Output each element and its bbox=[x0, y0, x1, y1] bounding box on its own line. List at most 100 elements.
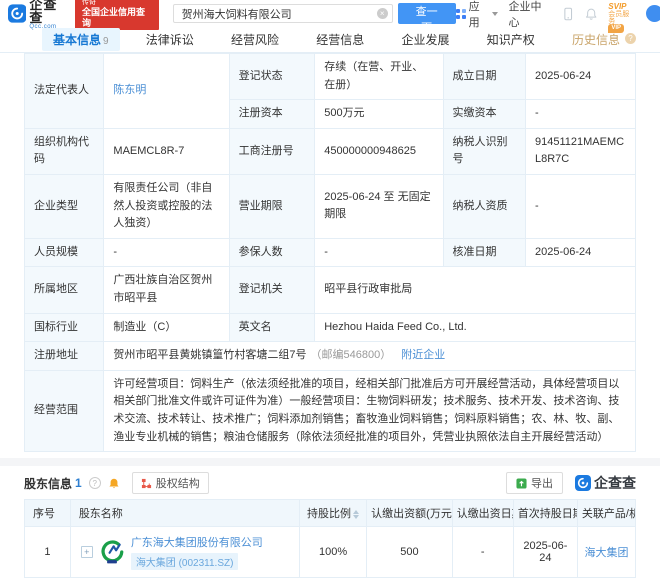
paid-capital-label: 实缴资本 bbox=[442, 99, 526, 129]
table-row: 注册地址 贺州市昭平县黄姚镇篁竹村客塘二组7号 （邮编546800） 附近企业 bbox=[23, 341, 636, 371]
shareholders-title: 股东信息 bbox=[24, 476, 73, 491]
taxpayer-id-label: 纳税人识别号 bbox=[442, 127, 526, 175]
address-label: 注册地址 bbox=[23, 341, 105, 371]
shareholders-alert-bell-icon[interactable] bbox=[108, 477, 120, 490]
export-button[interactable]: 导出 bbox=[506, 472, 563, 495]
region-value: 广西壮族自治区贺州市昭平县 bbox=[103, 266, 230, 314]
company-type-value: 有限责任公司（非自然人投资或控股的法人独资） bbox=[103, 173, 230, 239]
taxpayer-qual-label: 纳税人资质 bbox=[442, 173, 526, 239]
org-chart-icon bbox=[141, 478, 151, 488]
promo-badge: 传奇 全国企业信用查询 bbox=[74, 0, 159, 30]
approval-date-value: 2025-06-24 bbox=[524, 237, 637, 268]
approval-date-label: 核准日期 bbox=[442, 237, 526, 268]
col-shareholder-name: 股东名称 bbox=[69, 499, 300, 528]
reg-status-label: 登记状态 bbox=[228, 52, 316, 101]
legal-rep-link[interactable]: 陈东明 bbox=[113, 84, 146, 96]
tab-business-info[interactable]: 经营信息 bbox=[305, 28, 375, 51]
tab-business-risk[interactable]: 经营风险 bbox=[220, 28, 290, 51]
tab-history-info[interactable]: 历史信息 VIP ? bbox=[561, 24, 638, 51]
shareholders-help-icon[interactable]: ? bbox=[88, 477, 101, 490]
shareholder-first-date: 2025-06-24 bbox=[512, 526, 578, 578]
table-row: 国标行业 制造业（C） 英文名 Hezhou Haida Feed Co., L… bbox=[23, 312, 636, 343]
taxpayer-id-value: 91451121MAEMCL8R7C bbox=[524, 127, 637, 175]
region-label: 所属地区 bbox=[23, 266, 105, 314]
export-label: 导出 bbox=[531, 478, 553, 491]
org-code-label: 组织机构代码 bbox=[23, 127, 105, 175]
qcc-logo-icon bbox=[8, 4, 27, 23]
enterprise-center-link[interactable]: 企业中心 bbox=[509, 0, 551, 30]
col-date: 认缴出资日期 bbox=[451, 499, 514, 528]
apps-grid-icon bbox=[455, 8, 466, 19]
shareholders-table: 序号 股东名称 持股比例 认缴出资额(万元) 认缴出资日期 首次持股日期 关联产… bbox=[24, 499, 637, 578]
shareholders-table-header: 序号 股东名称 持股比例 认缴出资额(万元) 认缴出资日期 首次持股日期 关联产… bbox=[24, 499, 637, 528]
insured-count-value: - bbox=[314, 237, 444, 268]
tab-basic-info-count: 9 bbox=[103, 36, 109, 47]
shareholder-date: - bbox=[451, 526, 514, 578]
table-row: 组织机构代码 MAEMCL8R-7 工商注册号 450000000948625 … bbox=[23, 127, 637, 175]
qcc-watermark-icon bbox=[575, 475, 591, 492]
tab-intellectual-property[interactable]: 知识产权 bbox=[476, 28, 546, 51]
table-row: 经营范围 许可经营项目：饲料生产（依法须经批准的项目，经相关部门批准后方可开展经… bbox=[23, 369, 636, 453]
avatar[interactable] bbox=[645, 5, 660, 22]
clear-search-icon[interactable]: × bbox=[376, 8, 388, 19]
nearby-companies-link[interactable]: 附近企业 bbox=[401, 349, 445, 361]
est-date-value: 2025-06-24 bbox=[524, 52, 637, 101]
reg-authority-label: 登记机关 bbox=[228, 266, 316, 314]
sort-icon[interactable] bbox=[353, 509, 360, 519]
scope-label: 经营范围 bbox=[23, 369, 105, 453]
search-box: × bbox=[172, 4, 393, 23]
industry-label: 国标行业 bbox=[23, 312, 105, 343]
shareholder-no: 1 bbox=[24, 526, 71, 578]
notification-bell-icon[interactable] bbox=[585, 7, 597, 21]
address-text: 贺州市昭平县黄姚镇篁竹村客塘二组7号 bbox=[113, 349, 307, 362]
company-type-label: 企业类型 bbox=[23, 173, 105, 239]
basic-info-table: 法定代表人 陈东明 登记状态 存续（在营、开业、在册） 成立日期 2025-06… bbox=[23, 52, 637, 453]
col-related: 关联产品/机构 bbox=[576, 499, 637, 528]
en-name-label: 英文名 bbox=[228, 312, 316, 343]
legal-rep-value: 陈东明 bbox=[103, 53, 230, 129]
section-divider bbox=[0, 458, 660, 467]
stock-ticker-badge[interactable]: 海大集团 (002311.SZ) bbox=[130, 553, 239, 571]
chevron-down-icon bbox=[491, 11, 498, 16]
equity-structure-button[interactable]: 股权结构 bbox=[131, 472, 209, 495]
industry-value: 制造业（C） bbox=[103, 312, 230, 343]
biz-reg-no-label: 工商注册号 bbox=[228, 127, 316, 175]
qcc-watermark: 企查查 bbox=[575, 473, 636, 493]
tab-legal-proceedings[interactable]: 法律诉讼 bbox=[135, 28, 205, 51]
insured-count-label: 参保人数 bbox=[228, 237, 316, 268]
staff-size-label: 人员规模 bbox=[23, 237, 105, 268]
apps-menu[interactable]: 应用 bbox=[455, 0, 498, 30]
company-tabs: 基本信息 9 法律诉讼 经营风险 经营信息 企业发展 知识产权 历史信息 VIP … bbox=[0, 24, 660, 53]
search-input[interactable] bbox=[172, 4, 393, 23]
shareholder-related-cell: 海大集团 bbox=[576, 526, 637, 578]
col-first-date: 首次持股日期 bbox=[512, 499, 578, 528]
tab-basic-info[interactable]: 基本信息 9 bbox=[42, 28, 120, 51]
search-button[interactable]: 查一下 bbox=[397, 3, 456, 34]
table-row: 1 + 广东海大集团股份有限公司 海大集团 (002311.SZ) 100% 5… bbox=[24, 526, 637, 578]
svip-member-link[interactable]: SVIP 会员服务 bbox=[608, 2, 635, 25]
qcc-logo[interactable]: 企查查 Qcc.com bbox=[8, 0, 70, 30]
table-row: 企业类型 有限责任公司（非自然人投资或控股的法人独资） 营业期限 2025-06… bbox=[23, 173, 637, 239]
est-date-label: 成立日期 bbox=[442, 52, 526, 101]
staff-size-value: - bbox=[103, 237, 230, 268]
shareholder-name-link[interactable]: 广东海大集团股份有限公司 bbox=[131, 537, 263, 549]
tab-history-info-label: 历史信息 bbox=[571, 33, 620, 47]
top-right-nav: 应用 企业中心 SVIP 会员服务 bbox=[455, 0, 660, 30]
qcc-watermark-text: 企查查 bbox=[594, 475, 636, 492]
expand-row-icon[interactable]: + bbox=[80, 546, 93, 559]
history-help-icon[interactable]: ? bbox=[624, 33, 636, 44]
shareholders-count: 1 bbox=[75, 476, 82, 491]
table-row: 法定代表人 陈东明 登记状态 存续（在营、开业、在册） 成立日期 2025-06… bbox=[23, 52, 637, 129]
tab-company-development[interactable]: 企业发展 bbox=[391, 28, 461, 51]
shareholders-header: 股东信息 1 ? 股权结构 导出 企查查 bbox=[0, 466, 660, 499]
apps-menu-label: 应用 bbox=[468, 0, 480, 29]
qcc-logo-text: 企查查 Qcc.com bbox=[29, 0, 58, 30]
mobile-phone-icon[interactable] bbox=[562, 7, 574, 21]
address-value: 贺州市昭平县黄姚镇篁竹村客塘二组7号 （邮编546800） 附近企业 bbox=[103, 341, 636, 371]
reg-capital-label: 注册资本 bbox=[228, 99, 316, 129]
reg-capital-value: 500万元 bbox=[314, 99, 444, 129]
postcode-text: （邮编546800） bbox=[310, 349, 392, 362]
reg-authority-value: 昭平县行政审批局 bbox=[314, 266, 636, 314]
related-product-link[interactable]: 海大集团 bbox=[584, 547, 628, 559]
col-no: 序号 bbox=[24, 499, 71, 528]
